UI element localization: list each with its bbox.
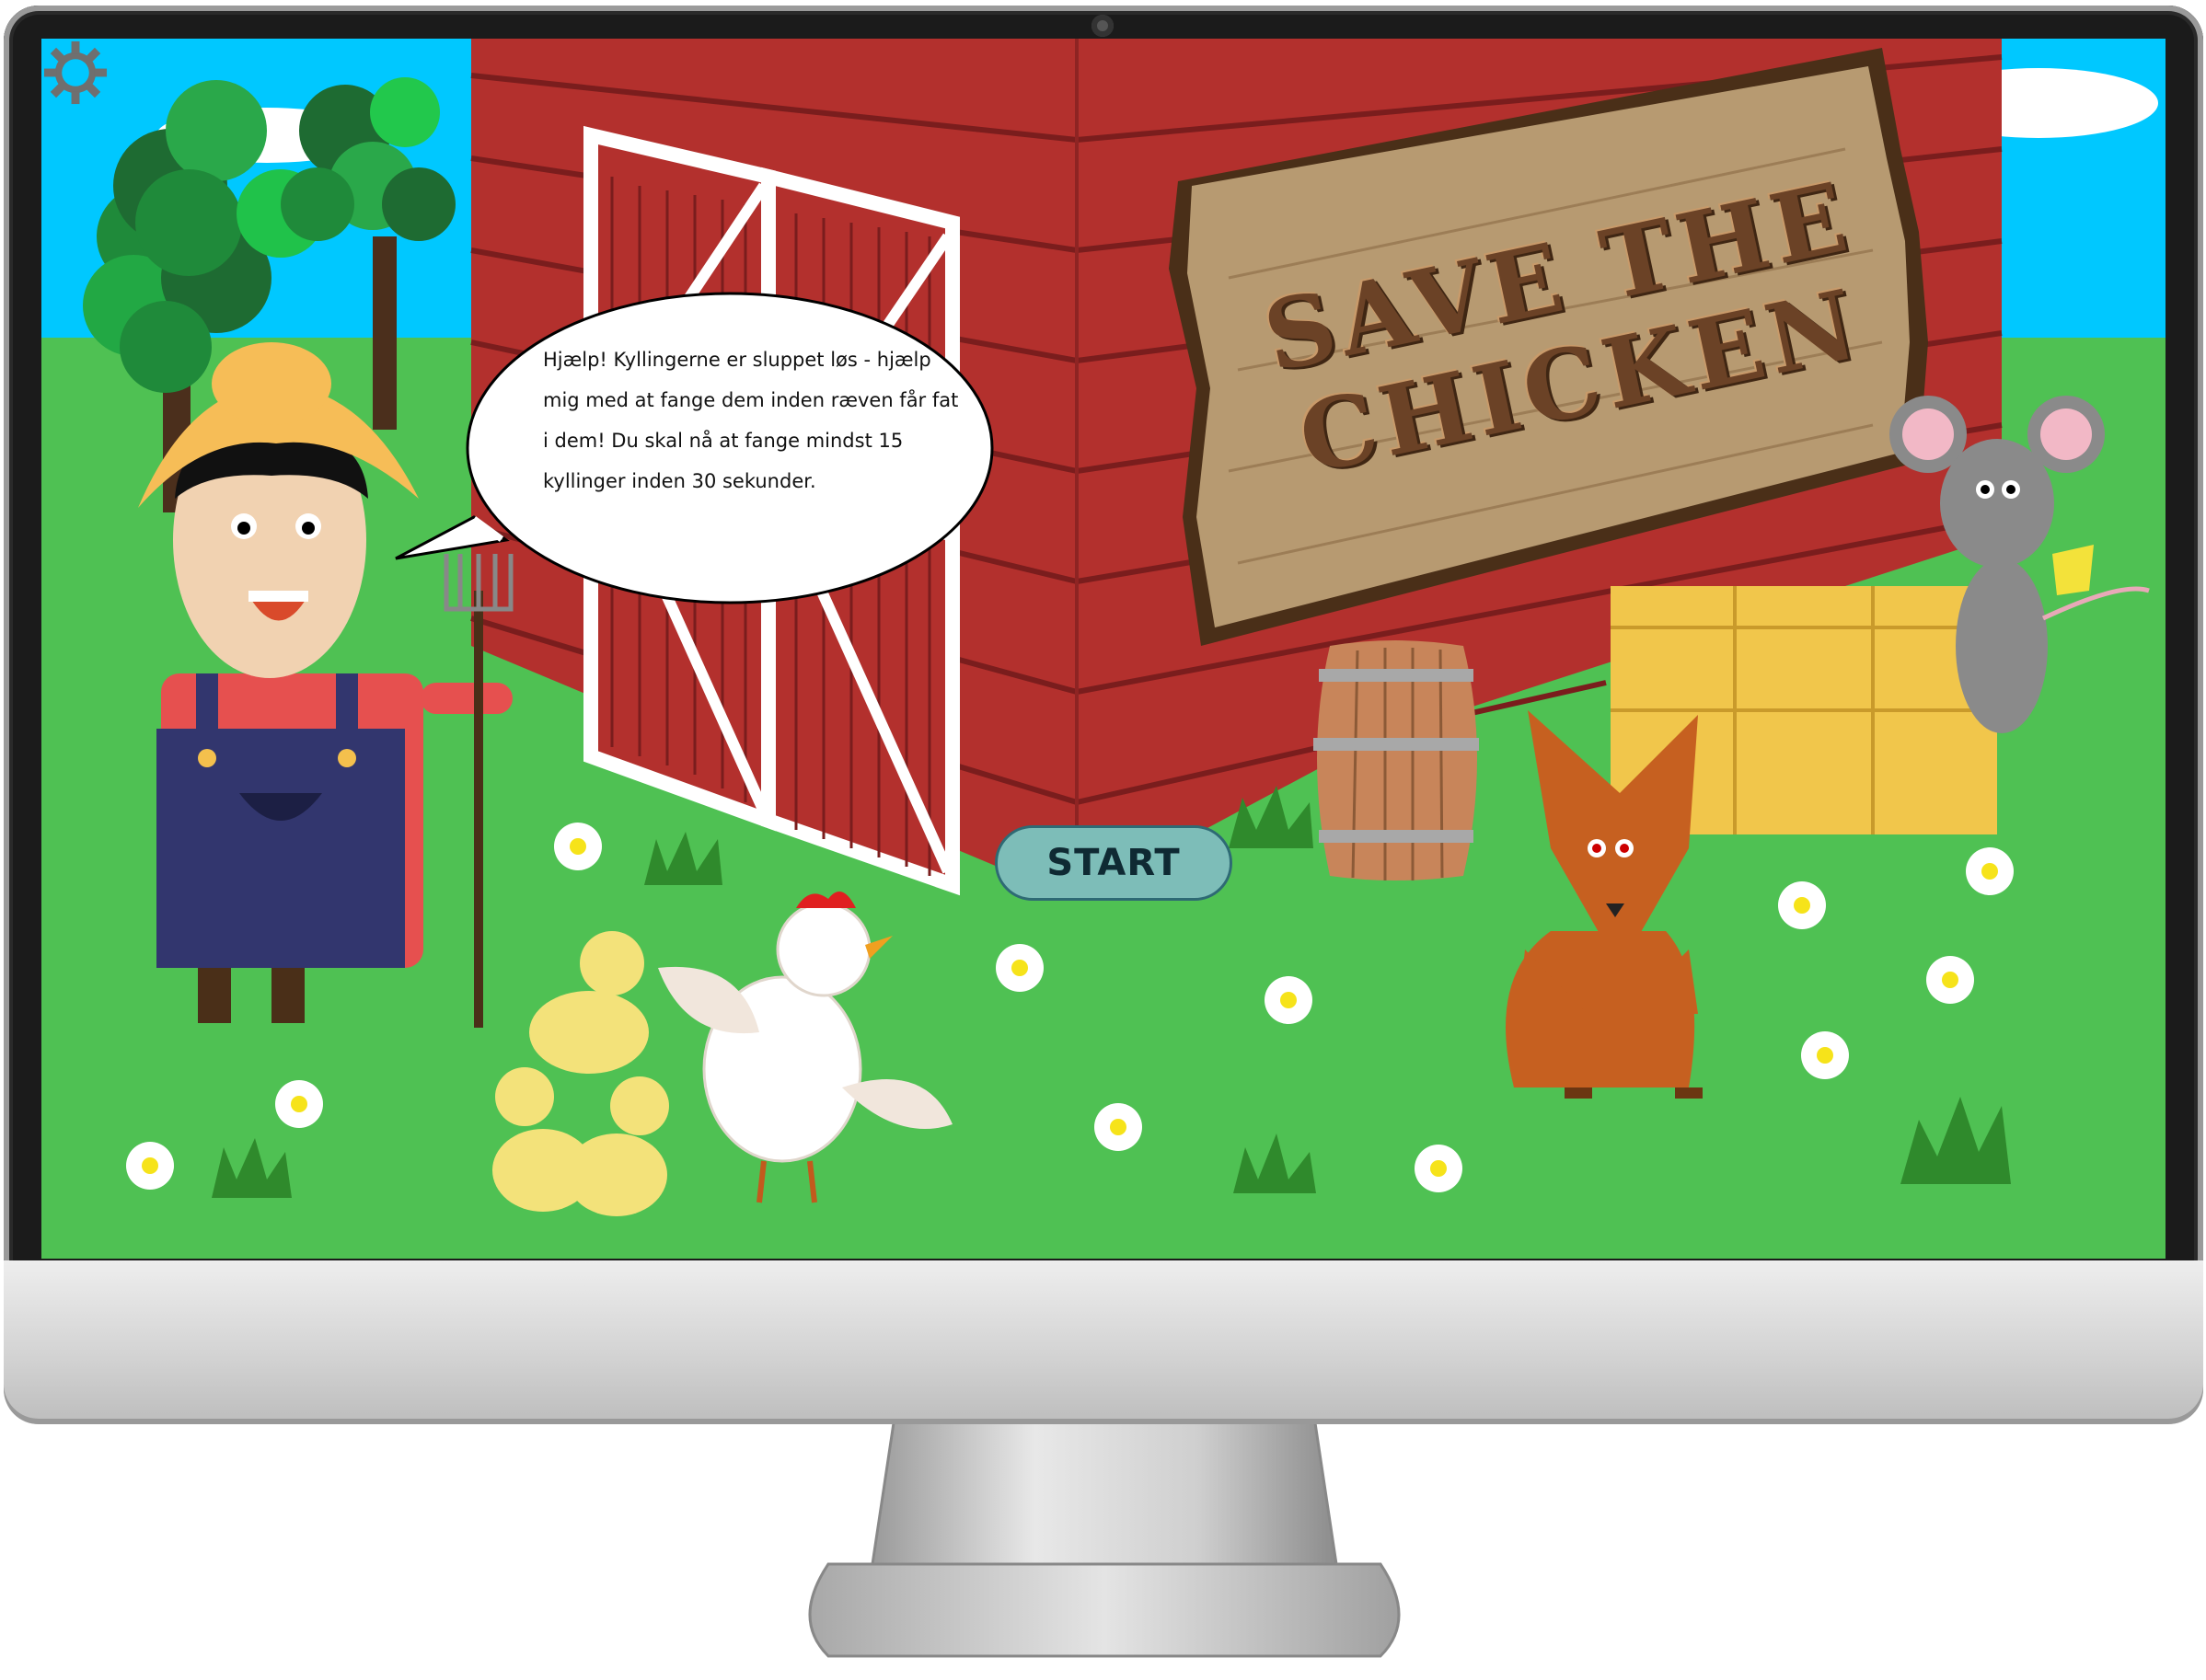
start-button[interactable]: START (995, 825, 1232, 901)
speech-text: Hjælp! Kyllingerne er sluppet løs - hjæl… (543, 349, 959, 492)
gear-icon[interactable] (41, 39, 110, 107)
game-screen[interactable]: SAVE THE CHICKEN Hjælp! Kyllingerne er s… (41, 39, 2166, 1259)
monitor-chin (4, 1260, 2203, 1424)
barrel (1313, 640, 1479, 880)
